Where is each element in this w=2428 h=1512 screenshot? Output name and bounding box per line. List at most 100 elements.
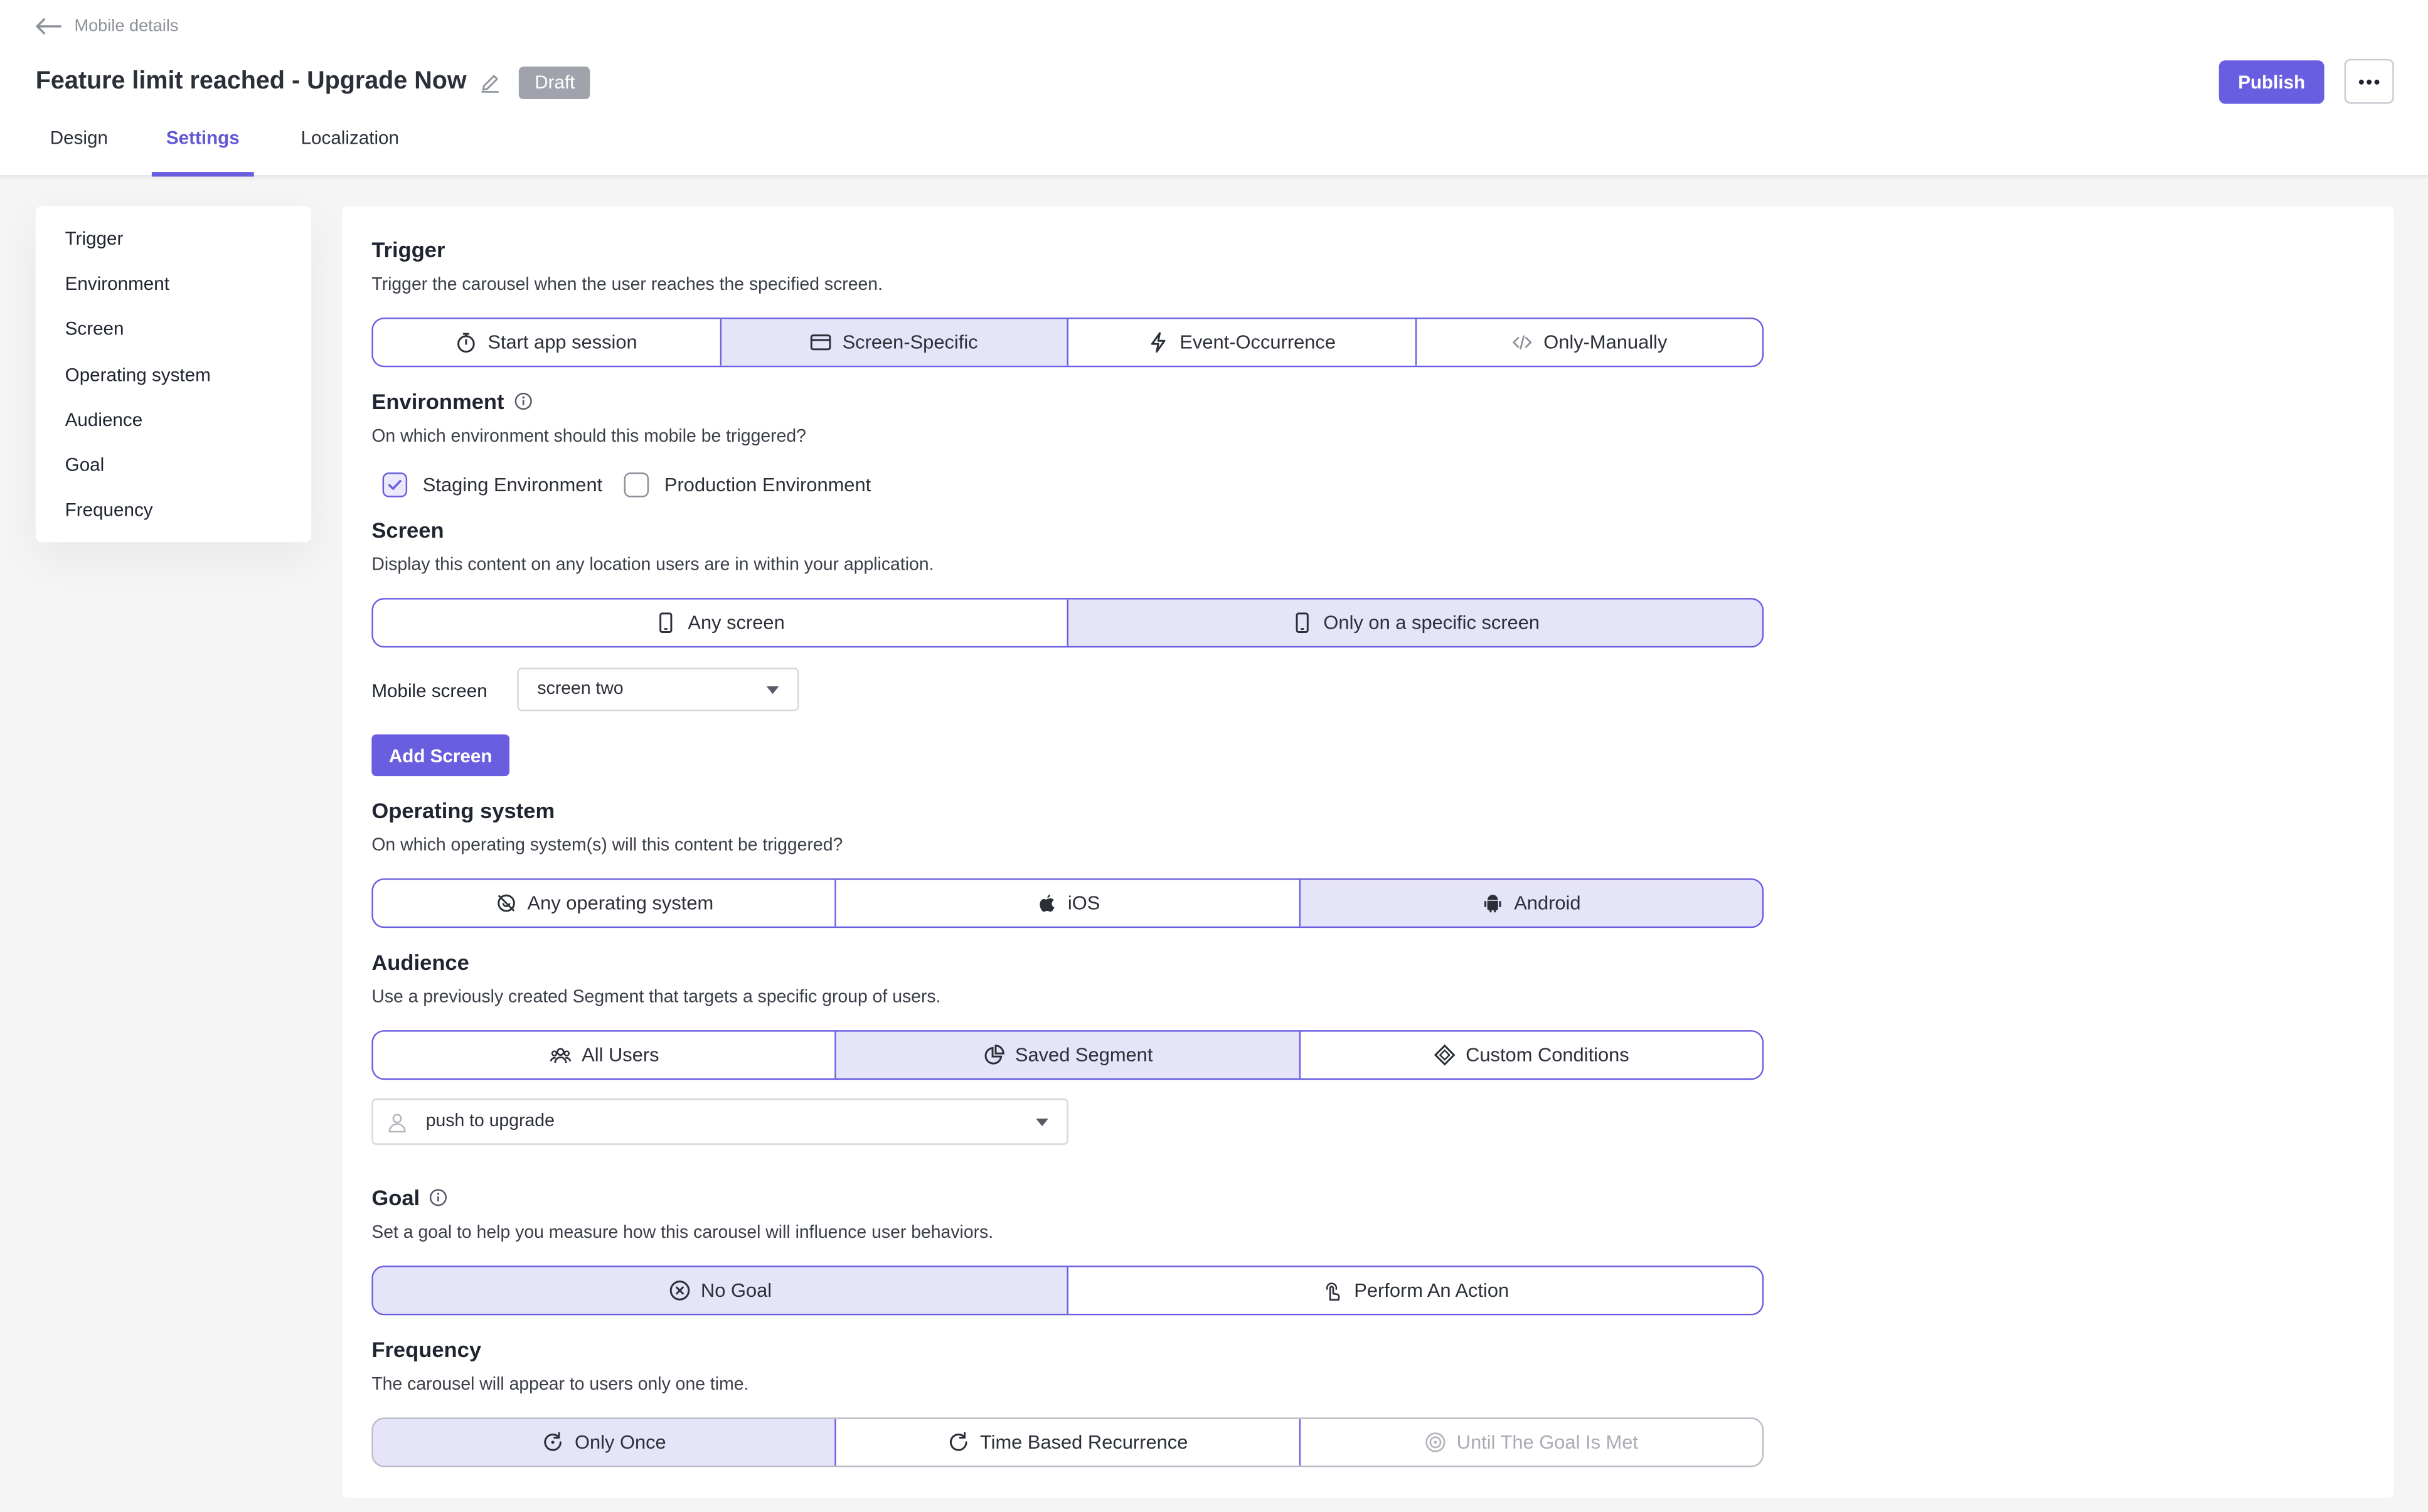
trigger-option-event-occurrence[interactable]: Event-Occurrence: [1068, 319, 1417, 366]
mobile-screen-select[interactable]: screen two: [517, 668, 799, 711]
page-header: Mobile details Feature limit reached - U…: [0, 0, 2428, 177]
screen-option-specific-screen[interactable]: Only on a specific screen: [1068, 599, 1762, 646]
page-title: Feature limit reached - Upgrade Now: [35, 68, 467, 95]
trigger-title: Trigger: [371, 237, 445, 262]
pencil-icon[interactable]: [481, 72, 501, 92]
mobile-screen-label: Mobile screen: [371, 680, 487, 702]
users-icon: [549, 1044, 571, 1066]
screen-option-label: Only on a specific screen: [1323, 612, 1540, 634]
os-option-ios[interactable]: iOS: [836, 880, 1301, 927]
staging-environment-checkbox[interactable]: [382, 471, 408, 497]
segment-select[interactable]: push to upgrade: [371, 1098, 1068, 1145]
frequency-section-title: Frequency: [371, 1337, 481, 1362]
sidebar-item-operating-system[interactable]: Operating system: [36, 359, 311, 404]
trigger-option-screen-specific[interactable]: Screen-Specific: [720, 319, 1068, 366]
checkmark-icon: [388, 479, 402, 489]
screen-title: Screen: [371, 517, 444, 543]
app-window: Mobile details Feature limit reached - U…: [0, 0, 2428, 1512]
sidebar-item-goal[interactable]: Goal: [36, 449, 311, 494]
goal-selector: No Goal Perform An Action: [371, 1265, 1764, 1316]
audience-description: Use a previously created Segment that ta…: [371, 988, 941, 1008]
info-icon[interactable]: [513, 392, 532, 411]
goal-title: Goal: [371, 1185, 420, 1210]
user-icon: [387, 1112, 407, 1132]
audience-option-label: Saved Segment: [1014, 1044, 1153, 1066]
settings-sidebar: Trigger Environment Screen Operating sys…: [35, 206, 312, 543]
sidebar-item-trigger[interactable]: Trigger: [36, 223, 311, 269]
frequency-option-only-once[interactable]: Only Once: [373, 1419, 837, 1466]
tap-icon: [1321, 1280, 1343, 1302]
environment-title: Environment: [371, 388, 504, 414]
environment-description: On which environment should this mobile …: [371, 427, 806, 447]
mobile-icon: [656, 612, 678, 634]
os-icon: [495, 892, 517, 914]
os-selector: Any operating system iOS Android: [371, 878, 1764, 929]
audience-option-saved-segment[interactable]: Saved Segment: [836, 1031, 1301, 1078]
target-icon: [1424, 1432, 1446, 1454]
sidebar-item-screen[interactable]: Screen: [36, 314, 311, 359]
staging-environment-label: Staging Environment: [422, 473, 603, 495]
os-option-label: Android: [1514, 892, 1581, 914]
back-link[interactable]: Mobile details: [34, 13, 178, 40]
status-badge: Draft: [519, 65, 591, 98]
arrow-left-icon: [34, 17, 61, 36]
os-description: On which operating system(s) will this c…: [371, 836, 843, 856]
os-section-title: Operating system: [371, 798, 555, 823]
sidebar-item-frequency[interactable]: Frequency: [36, 494, 311, 540]
frequency-description: The carousel will appear to users only o…: [371, 1375, 749, 1395]
window-icon: [810, 331, 832, 353]
publish-button[interactable]: Publish: [2218, 60, 2324, 104]
diamond-icon: [1433, 1044, 1455, 1066]
goal-option-no-goal[interactable]: No Goal: [373, 1267, 1068, 1314]
os-option-any[interactable]: Any operating system: [373, 880, 837, 927]
trigger-option-label: Screen-Specific: [842, 331, 978, 354]
audience-selector: All Users Saved Segment Custom Condition…: [371, 1030, 1764, 1080]
sidebar-item-environment[interactable]: Environment: [36, 269, 311, 314]
refresh-icon: [947, 1432, 969, 1454]
audience-option-custom-conditions[interactable]: Custom Conditions: [1300, 1031, 1762, 1078]
more-options-button[interactable]: [2344, 58, 2394, 104]
frequency-option-label: Time Based Recurrence: [979, 1431, 1188, 1454]
tab-settings[interactable]: Settings: [151, 118, 254, 177]
screen-section-title: Screen: [371, 518, 444, 543]
goal-section-title: Goal: [371, 1185, 447, 1210]
info-icon[interactable]: [429, 1188, 448, 1207]
audience-title: Audience: [371, 949, 469, 975]
screen-option-any-screen[interactable]: Any screen: [373, 599, 1068, 646]
chevron-down-icon: [1036, 1118, 1048, 1127]
frequency-option-time-based[interactable]: Time Based Recurrence: [836, 1419, 1301, 1466]
os-option-android[interactable]: Android: [1300, 880, 1762, 927]
trigger-option-label: Event-Occurrence: [1179, 331, 1336, 354]
chevron-down-icon: [766, 686, 779, 695]
os-option-label: iOS: [1067, 892, 1100, 914]
sidebar-item-audience[interactable]: Audience: [36, 404, 311, 449]
add-screen-button[interactable]: Add Screen: [371, 734, 510, 777]
tab-design-label: Design: [50, 127, 108, 149]
timer-icon: [455, 331, 477, 353]
os-title: Operating system: [371, 797, 555, 823]
environment-checkboxes: Staging Environment Production Environme…: [382, 471, 893, 498]
frequency-title: Frequency: [371, 1337, 482, 1362]
frequency-option-until-goal-met[interactable]: Until The Goal Is Met: [1300, 1419, 1762, 1466]
tab-localization[interactable]: Localization: [284, 118, 417, 177]
tab-design[interactable]: Design: [34, 118, 124, 177]
back-link-label: Mobile details: [74, 17, 179, 36]
trigger-option-label: Only-Manually: [1543, 331, 1668, 354]
audience-option-label: Custom Conditions: [1466, 1044, 1629, 1066]
refresh-icon: [542, 1432, 564, 1454]
audience-option-label: All Users: [582, 1044, 659, 1066]
tab-settings-label: Settings: [166, 127, 240, 149]
apple-icon: [1035, 892, 1057, 914]
trigger-option-start-app-session[interactable]: Start app session: [373, 319, 721, 366]
production-environment-checkbox[interactable]: [624, 471, 649, 497]
code-icon: [1511, 331, 1533, 353]
pie-chart-icon: [982, 1044, 1004, 1066]
trigger-option-only-manually[interactable]: Only-Manually: [1416, 319, 1762, 366]
goal-option-perform-action[interactable]: Perform An Action: [1068, 1267, 1762, 1314]
trigger-section-title: Trigger: [371, 237, 445, 262]
x-circle-icon: [668, 1280, 690, 1302]
audience-option-all-users[interactable]: All Users: [373, 1031, 837, 1078]
goal-option-label: Perform An Action: [1354, 1279, 1510, 1302]
trigger-description: Trigger the carousel when the user reach…: [371, 275, 883, 295]
trigger-selector: Start app session Screen-Specific Event-…: [371, 317, 1764, 368]
